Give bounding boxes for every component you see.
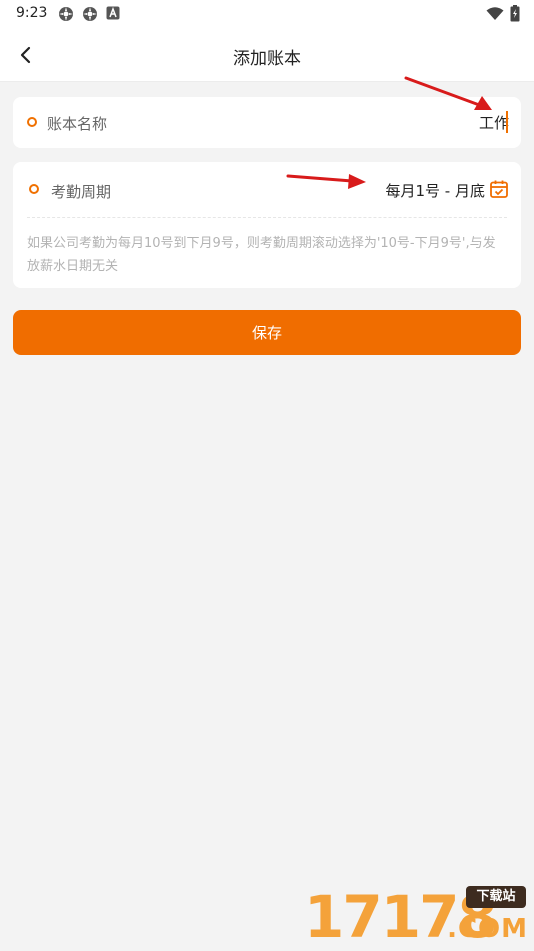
calendar-check-icon[interactable] bbox=[489, 179, 509, 199]
name-bullet-icon bbox=[27, 117, 37, 127]
account-name-label: 账本名称 bbox=[47, 113, 107, 134]
attendance-period-card: 考勤周期 每月1号 - 月底 如果公司考勤为每月10号到下月9号，则考勤周期滚动… bbox=[13, 162, 521, 288]
status-bar: 9:23 bbox=[0, 0, 534, 28]
app-header: 添加账本 bbox=[0, 28, 534, 82]
status-icons-right bbox=[486, 5, 520, 22]
status-time: 9:23 bbox=[16, 5, 47, 21]
attendance-period-value[interactable]: 每月1号 - 月底 bbox=[386, 180, 486, 201]
account-name-input[interactable] bbox=[309, 109, 509, 135]
attendance-period-label: 考勤周期 bbox=[51, 181, 111, 202]
watermark-badge: 下载站 bbox=[466, 886, 526, 908]
attendance-period-hint: 如果公司考勤为每月10号到下月9号，则考勤周期滚动选择为'10号-下月9号',与… bbox=[27, 232, 505, 278]
battery-charging-icon bbox=[510, 5, 520, 22]
status-icons-left bbox=[58, 6, 120, 22]
text-cursor bbox=[506, 111, 508, 133]
account-name-card: 账本名称 bbox=[13, 97, 521, 148]
card-divider bbox=[27, 217, 507, 218]
site-watermark-logo: 17178 下载站 .COM bbox=[304, 880, 534, 950]
settings-gear-icon bbox=[82, 6, 98, 22]
watermark-suffix: .COM bbox=[447, 914, 528, 944]
letter-a-icon bbox=[106, 6, 120, 20]
period-bullet-icon bbox=[29, 184, 39, 194]
wifi-icon bbox=[486, 7, 504, 21]
settings-gear-icon bbox=[58, 6, 74, 22]
save-button[interactable]: 保存 bbox=[13, 310, 521, 355]
page-title: 添加账本 bbox=[0, 44, 534, 69]
